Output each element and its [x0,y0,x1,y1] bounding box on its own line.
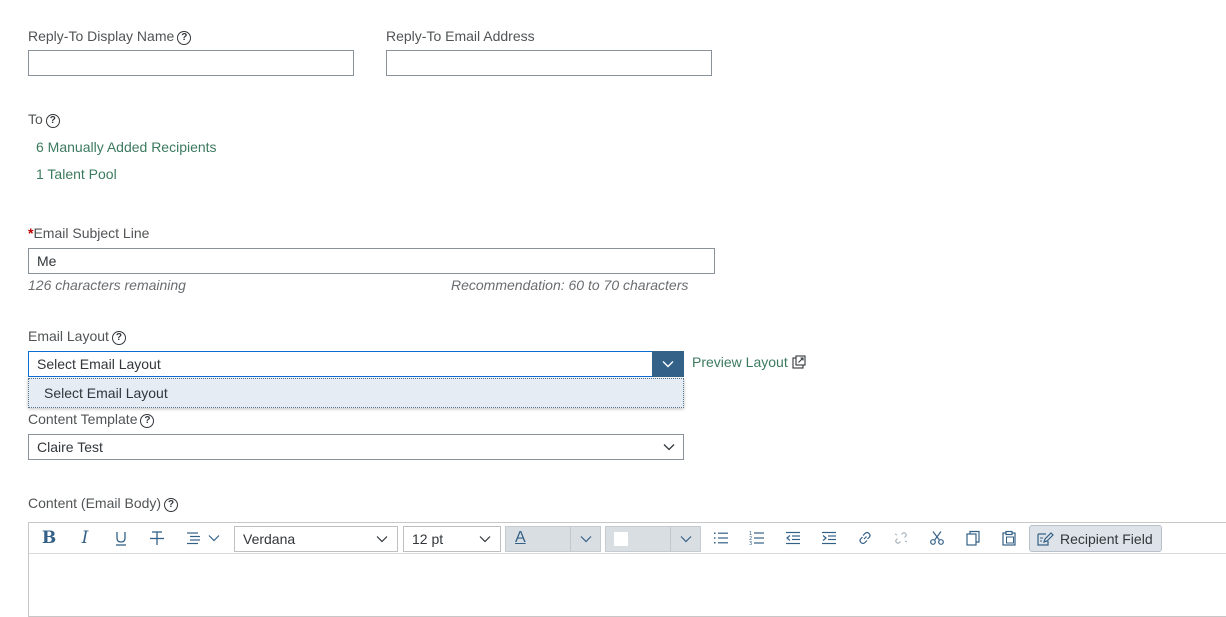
chevron-down-icon [479,536,491,543]
insert-link-button[interactable] [855,523,875,553]
manually-added-recipients-link[interactable]: 6 Manually Added Recipients [36,139,217,155]
copy-button[interactable] [963,523,983,553]
unlink-icon [894,532,908,544]
numbered-list-button[interactable]: 1 2 3 [747,523,767,553]
help-icon[interactable]: ? [111,331,126,345]
align-left-icon [187,532,200,545]
bold-button[interactable]: B [39,523,59,553]
chevron-down-icon [680,536,692,543]
decrease-indent-button[interactable] [783,523,803,553]
content-template-dropdown-button[interactable] [663,435,675,459]
to-label: To? [28,111,60,128]
chevron-down-icon [663,444,675,451]
editor-toolbar: B I Verdana 12 pt A 1 2 3 Recipient Fiel… [29,523,1226,554]
chevron-down-icon [376,536,388,543]
email-layout-selected-value: Select Email Layout [37,356,161,372]
email-subject-label: *Email Subject Line [28,225,149,241]
recommendation-text: Recommendation: 60 to 70 characters [451,277,689,293]
external-link-icon [792,355,806,369]
italic-button[interactable]: I [75,523,95,553]
rich-text-editor: B I Verdana 12 pt A 1 2 3 Recipient Fiel… [28,522,1226,617]
paste-button[interactable] [999,523,1019,553]
reply-to-display-name-input[interactable] [28,50,354,76]
split-divider [670,527,671,551]
recipient-field-icon [1037,531,1054,546]
content-template-selected-value: Claire Test [37,439,103,455]
reply-to-display-name-label: Reply-To Display Name? [28,28,192,45]
help-icon[interactable]: ? [164,498,179,512]
email-layout-select[interactable]: Select Email Layout [28,351,684,377]
email-subject-input[interactable]: Me [28,248,715,274]
split-divider [570,527,571,551]
underline-button[interactable] [111,523,131,553]
svg-text:3: 3 [749,541,752,546]
chevron-down-icon [208,535,220,542]
preview-layout-link[interactable]: Preview Layout [692,354,806,370]
preview-layout-text: Preview Layout [692,354,788,370]
characters-remaining-text: 126 characters remaining [28,277,186,293]
outdent-icon [786,531,800,545]
help-icon[interactable]: ? [177,31,192,45]
increase-indent-button[interactable] [819,523,839,553]
recipient-field-label: Recipient Field [1060,530,1153,547]
email-layout-dropdown-button[interactable] [652,351,684,377]
content-template-label-text: Content Template [28,411,138,427]
text-color-button[interactable]: A [505,526,601,552]
font-family-value: Verdana [243,531,296,547]
strikethrough-button[interactable] [147,523,167,553]
email-layout-option[interactable]: Select Email Layout [44,379,668,407]
bulleted-list-icon [714,532,728,544]
help-icon[interactable]: ? [140,414,155,428]
content-email-body-label: Content (Email Body)? [28,495,179,512]
help-icon[interactable]: ? [45,114,60,128]
clipboard-icon [1002,530,1016,546]
align-dropdown-button[interactable] [183,523,223,553]
email-subject-label-text: Email Subject Line [33,225,150,241]
chevron-down-icon [662,361,674,368]
content-email-body-label-text: Content (Email Body) [28,495,162,511]
cut-button[interactable] [927,523,947,553]
email-layout-label-text: Email Layout [28,328,109,344]
email-layout-label: Email Layout? [28,328,126,345]
email-layout-dropdown-list: Select Email Layout [28,378,684,408]
recipient-field-button[interactable]: Recipient Field [1029,525,1162,552]
italic-icon: I [81,528,89,548]
font-size-select[interactable]: 12 pt [403,526,501,552]
content-template-select[interactable]: Claire Test [28,434,684,460]
font-size-value: 12 pt [412,531,444,547]
to-label-text: To [28,111,43,127]
background-color-button[interactable] [605,526,701,552]
strikethrough-icon [150,531,164,545]
bold-icon: B [41,528,57,548]
numbered-list-icon: 1 2 3 [749,531,764,546]
bulleted-list-button[interactable] [711,523,731,553]
background-color-swatch [614,532,628,546]
underline-icon [116,532,126,546]
text-color-icon: A [515,529,526,546]
reply-to-email-input[interactable] [386,50,712,76]
chevron-down-icon [580,536,592,543]
talent-pool-link[interactable]: 1 Talent Pool [36,166,117,182]
indent-icon [822,531,836,545]
editor-body[interactable] [29,554,1226,616]
reply-to-display-name-text: Reply-To Display Name [28,28,175,44]
reply-to-email-label: Reply-To Email Address [386,28,535,44]
font-family-select[interactable]: Verdana [234,526,398,552]
scissors-icon [930,531,944,545]
remove-link-button[interactable] [891,523,911,553]
content-template-label: Content Template? [28,411,155,428]
copy-icon [966,530,980,546]
link-icon [859,531,871,545]
